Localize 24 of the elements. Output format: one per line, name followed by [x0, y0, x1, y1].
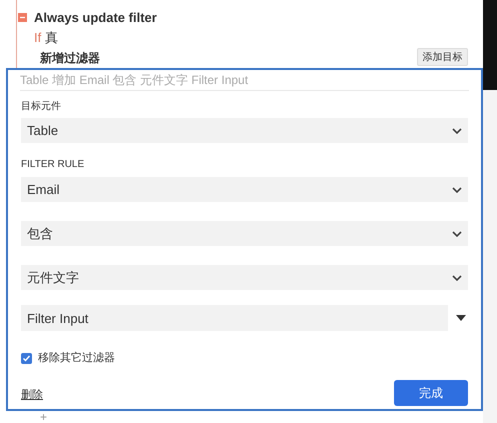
field-label: FILTER RULE [21, 158, 86, 172]
section-title: 新增过滤器 [40, 50, 100, 67]
rule-title: Always update filter [34, 9, 157, 27]
condition-keyword: If [34, 28, 42, 46]
rule-line [16, 0, 17, 70]
filter-input-field[interactable]: Filter Input [21, 305, 448, 331]
condition-value: 真 [45, 28, 58, 46]
dropdown-select[interactable]: 元件文字 [21, 265, 468, 290]
summary-field[interactable]: Table 增加 Email 包含 元件文字 Filter Input [20, 70, 469, 91]
dropdown-triangle-icon[interactable] [456, 315, 466, 321]
delete-link[interactable]: 删除 [21, 387, 43, 404]
dropdown-select[interactable]: Email [21, 177, 468, 202]
collapse-icon[interactable] [18, 13, 27, 22]
checkbox-label: 移除其它过滤器 [38, 350, 115, 366]
checkbox[interactable] [21, 352, 32, 364]
chevron-down-icon [452, 186, 462, 192]
done-button[interactable]: 完成 [394, 380, 468, 406]
add-target-button[interactable]: 添加目标 [417, 48, 468, 66]
chevron-down-icon [452, 128, 462, 134]
field-label: 目标元件 [21, 100, 62, 114]
chevron-down-icon [452, 274, 462, 280]
chevron-down-icon [452, 230, 462, 236]
dropdown-select[interactable]: 包含 [21, 221, 468, 246]
dropdown-select[interactable]: Table [21, 118, 468, 143]
